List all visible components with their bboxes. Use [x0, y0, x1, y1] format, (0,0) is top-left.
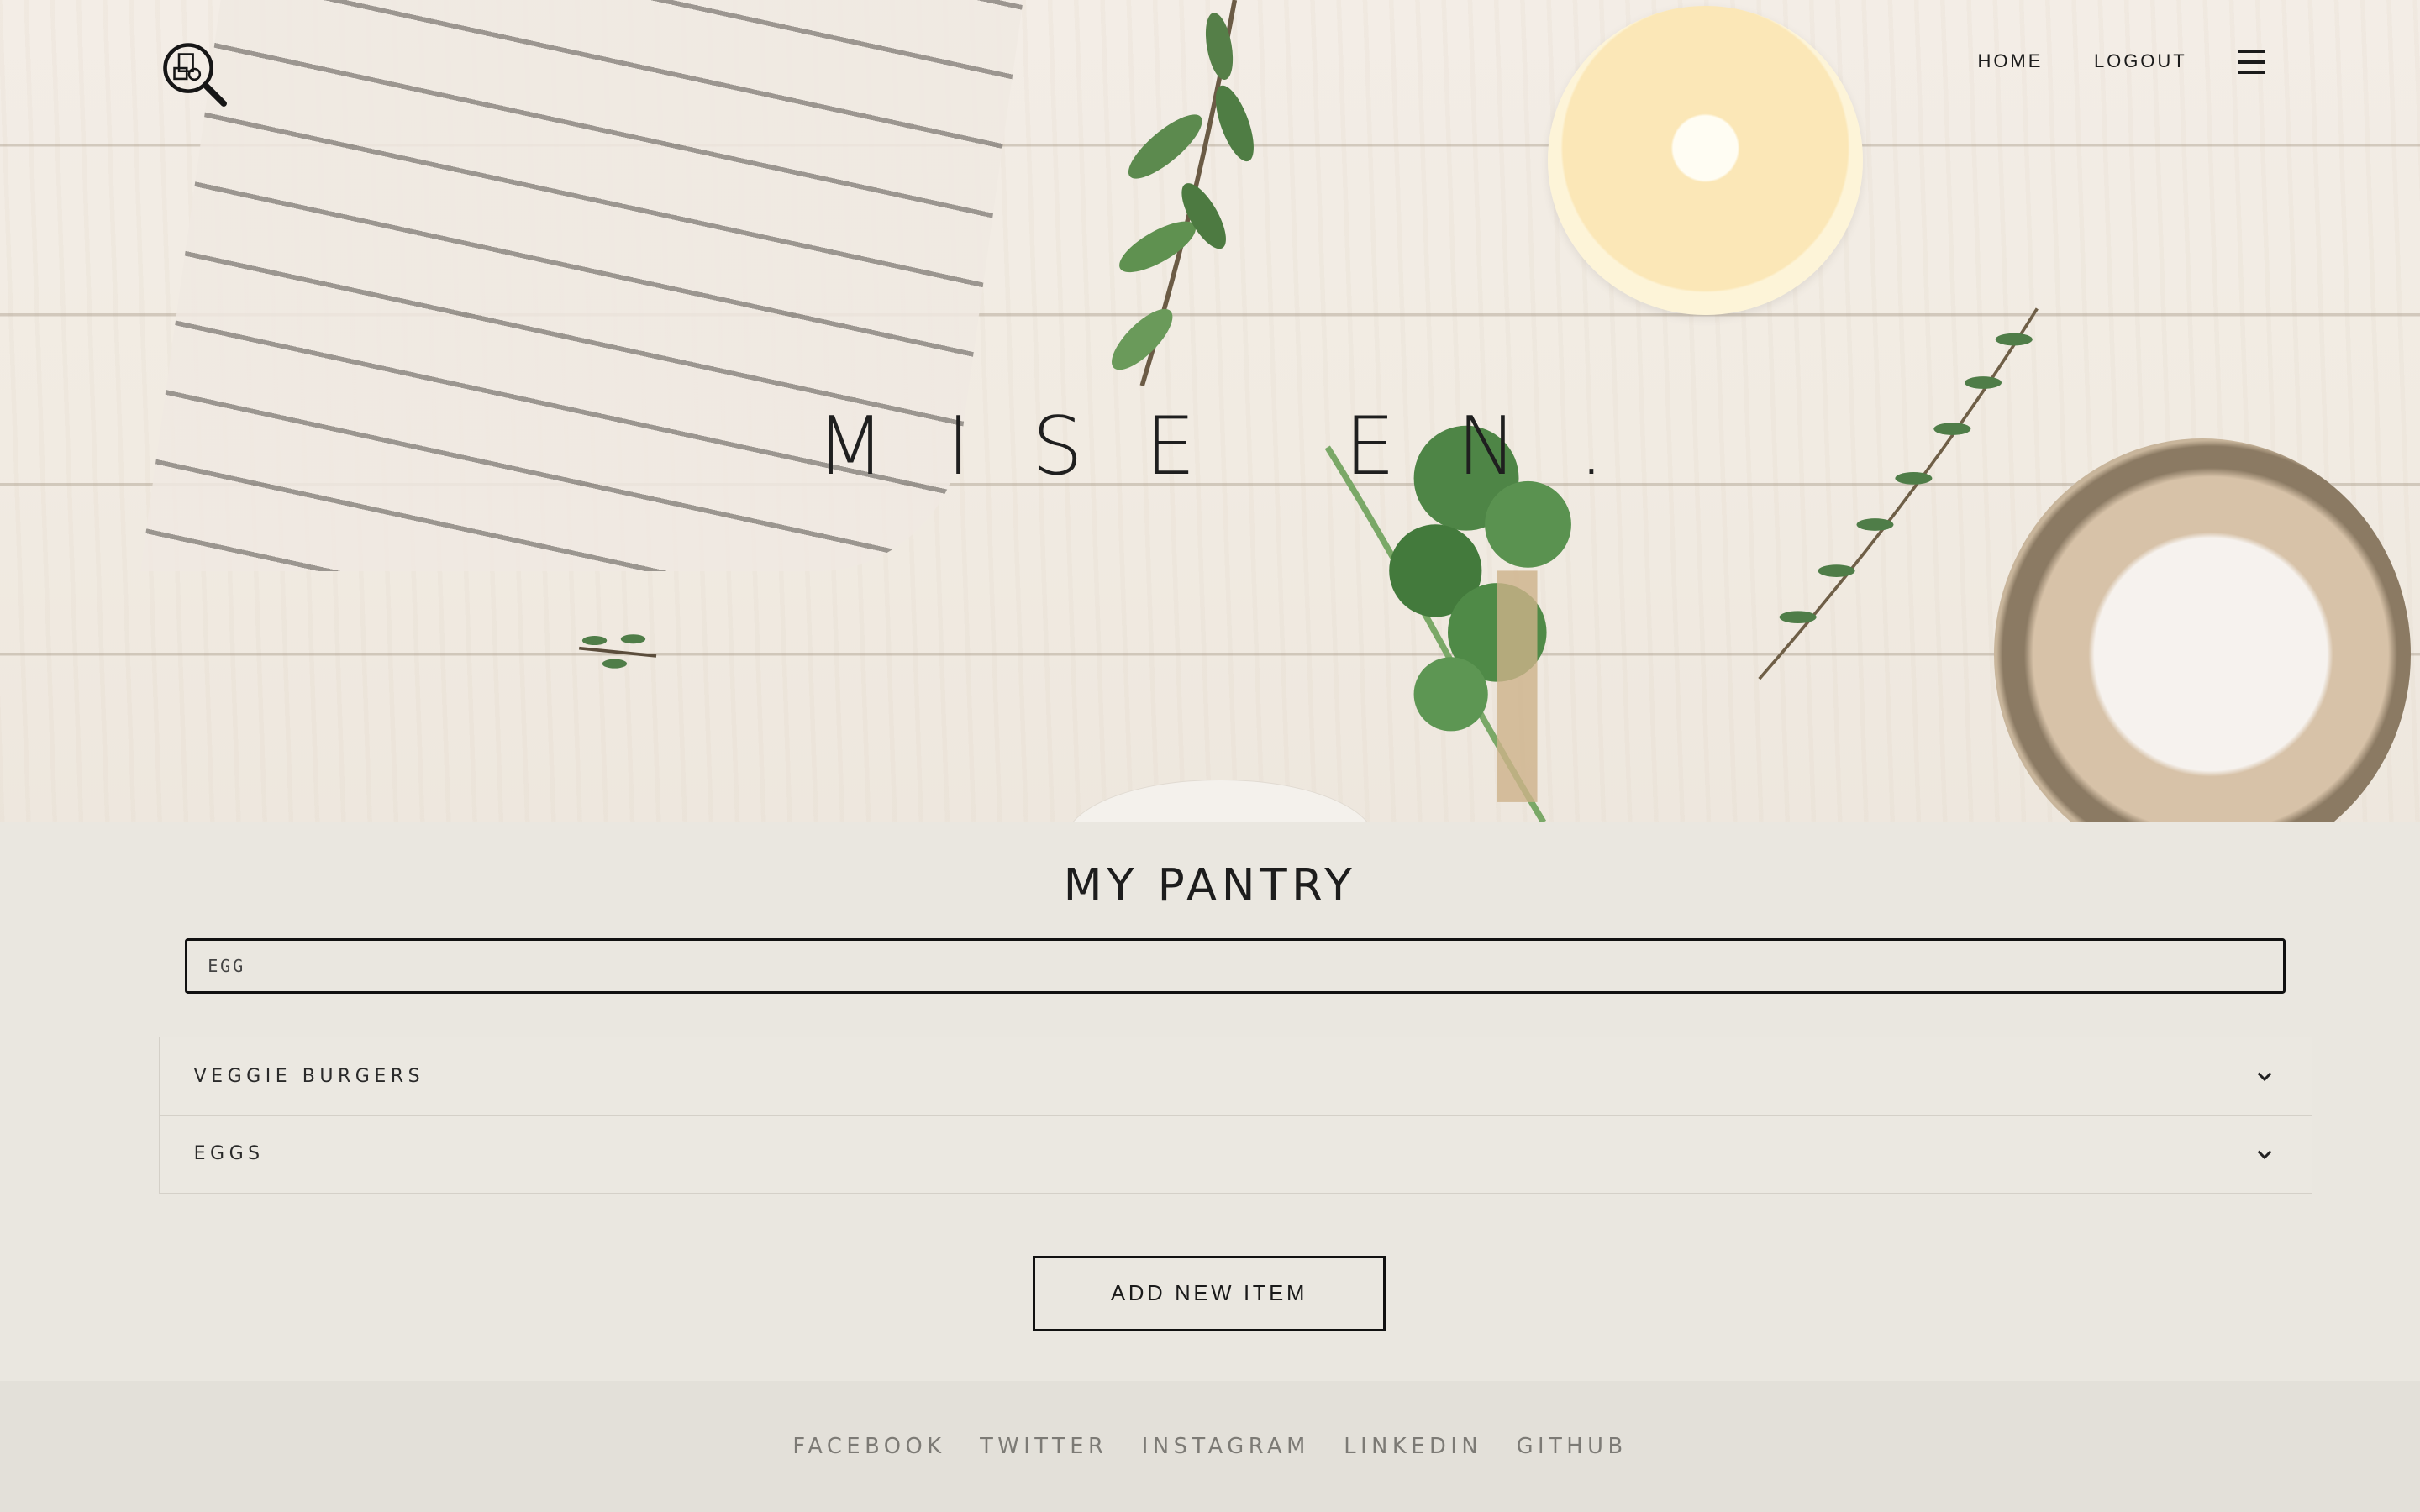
footer-facebook-link[interactable]: FACEBOOK	[792, 1434, 945, 1459]
pantry-item-label: VEGGIE BURGERS	[193, 1065, 425, 1087]
pantry-search-input[interactable]	[185, 937, 2286, 994]
footer: FACEBOOK TWITTER INSTAGRAM LINKEDIN GITH…	[0, 1380, 2420, 1512]
chevron-down-icon[interactable]	[2255, 1148, 2274, 1161]
add-new-item-button[interactable]: ADD NEW ITEM	[1032, 1256, 1386, 1332]
footer-twitter-link[interactable]: TWITTER	[980, 1434, 1107, 1459]
nav-home-link[interactable]: HOME	[1977, 50, 2043, 72]
list-item[interactable]: EGGS	[160, 1116, 2311, 1193]
thyme-leaf-decoration	[578, 633, 656, 669]
pantry-item-label: EGGS	[193, 1143, 265, 1165]
top-navigation: HOME LOGOUT	[1977, 49, 2266, 75]
list-item[interactable]: VEGGIE BURGERS	[160, 1037, 2312, 1116]
pantry-search-container	[185, 937, 2286, 994]
pantry-search-icon[interactable]	[160, 40, 229, 108]
footer-linkedin-link[interactable]: LINKEDIN	[1344, 1434, 1482, 1459]
hero-banner: HOME LOGOUT MISE EN.	[0, 0, 2420, 822]
pantry-heading: MY PANTRY	[1063, 859, 1357, 912]
thyme-decoration	[1758, 307, 2039, 680]
hamburger-menu-icon[interactable]	[2238, 49, 2266, 75]
footer-github-link[interactable]: GITHUB	[1517, 1434, 1628, 1459]
herb-sprig-decoration	[1111, 0, 1254, 386]
footer-instagram-link[interactable]: INSTAGRAM	[1142, 1434, 1310, 1459]
chevron-down-icon[interactable]	[2255, 1070, 2274, 1083]
nav-logout-link[interactable]: LOGOUT	[2094, 50, 2187, 72]
pantry-section: MY PANTRY VEGGIE BURGERS EGGS ADD NEW IT…	[0, 822, 2420, 1381]
lemon-decoration	[1548, 6, 1863, 315]
hero-title: MISE EN.	[815, 399, 1666, 494]
pantry-item-list: VEGGIE BURGERS EGGS	[159, 1037, 2312, 1194]
